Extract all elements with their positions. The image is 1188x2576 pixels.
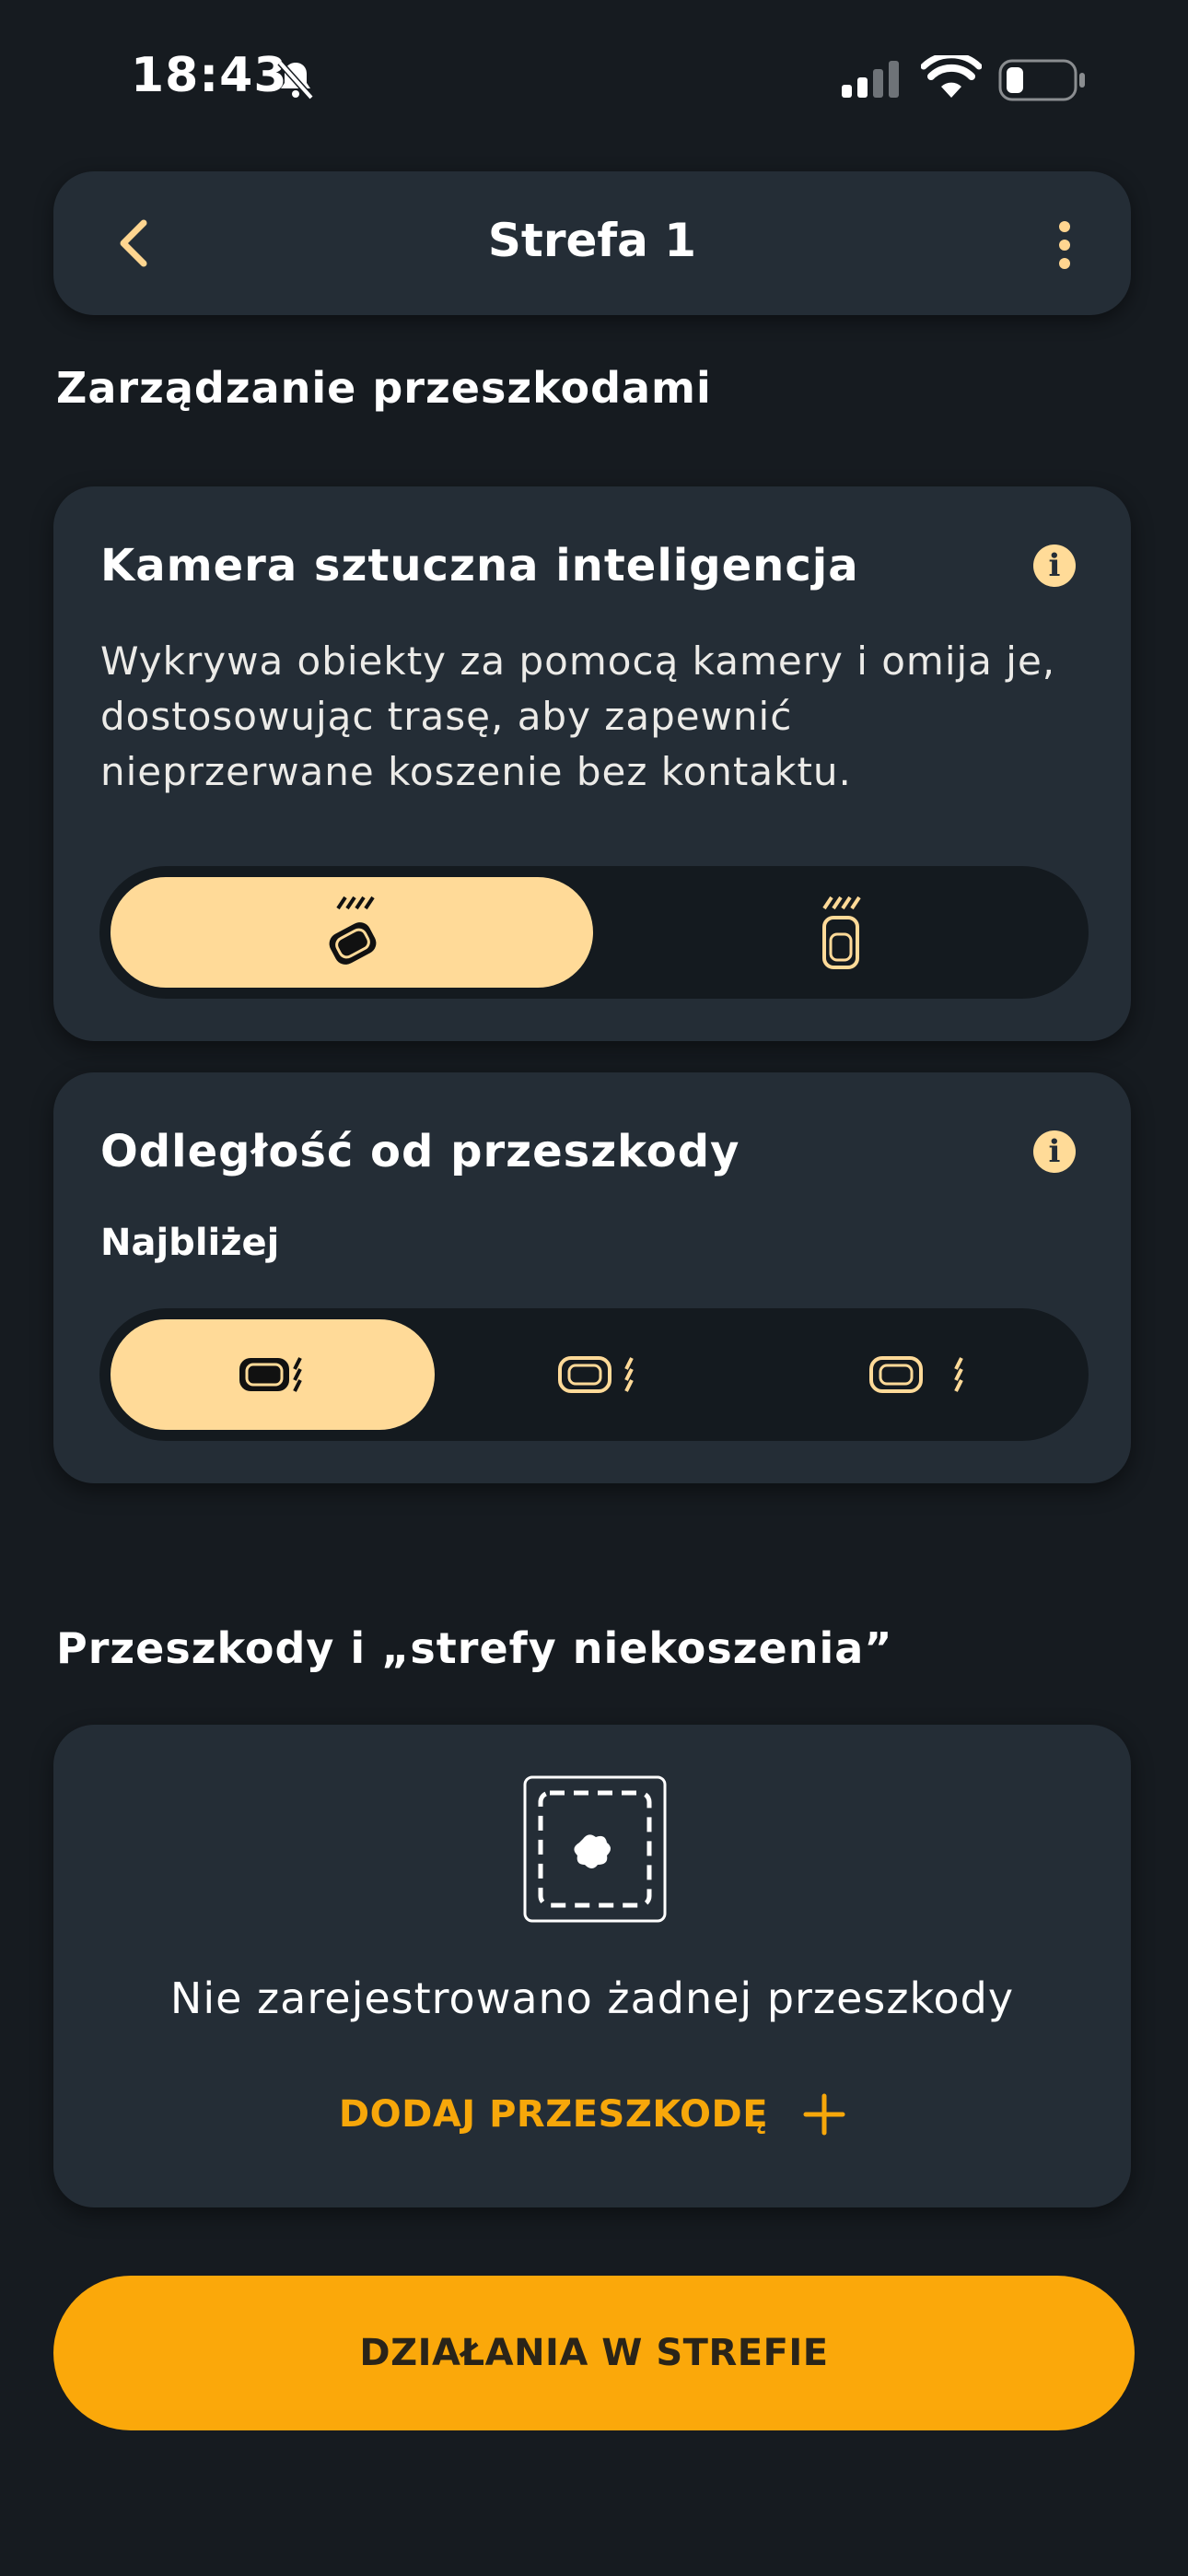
zone-actions-label: DZIAŁANIA W STREFIE [359,2332,829,2374]
camera-ai-description: Wykrywa obiekty za pomocą kamery i omija… [100,634,1104,800]
top-app-bar: Strefa 1 [53,171,1131,315]
wifi-icon [921,55,982,98]
bell-muted-icon [277,60,314,100]
distance-option-farthest[interactable] [759,1319,1077,1430]
page-title: Strefa 1 [487,214,697,267]
obstacles-empty-card: Nie zarejestrowano żadnej przeszkody DOD… [53,1725,1131,2207]
section-title-obstacle-management: Zarządzanie przeszkodami [56,363,712,413]
mower-medium-obstacle-icon [558,1356,634,1393]
add-obstacle-label: DODAJ PRZESZKODĘ [338,2093,769,2136]
info-icon[interactable]: i [1033,544,1076,587]
description-line: nieprzerwane koszenie bez kontaktu. [100,749,852,794]
distance-selector [99,1308,1089,1441]
camera-ai-card: Kamera sztuczna inteligencja i Wykrywa o… [53,486,1131,1041]
empty-state-message: Nie zarejestrowano żadnej przeszkody [169,1973,1015,2023]
no-go-zone-icon [523,1775,667,1923]
angled-mower-obstacle-icon [329,896,377,965]
add-obstacle-button[interactable]: DODAJ PRZESZKODĘ [53,2093,1131,2136]
plus-icon [803,2093,845,2136]
camera-mode-option-straight[interactable] [604,877,1077,988]
more-options-icon[interactable] [1055,219,1074,271]
zone-actions-button[interactable]: DZIAŁANIA W STREFIE [53,2276,1135,2430]
distance-option-nearest[interactable] [111,1319,435,1430]
cellular-signal-icon [842,61,899,98]
straight-mower-obstacle-icon [822,896,861,969]
obstacle-distance-title: Odległość od przeszkody [100,1126,740,1177]
camera-mode-option-angled[interactable] [111,877,593,988]
distance-current-value: Najbliżej [100,1222,280,1264]
camera-mode-selector [99,866,1089,999]
status-time: 18:43 [131,48,288,103]
distance-option-medium[interactable] [446,1319,750,1430]
info-icon[interactable]: i [1033,1130,1076,1173]
description-line: dostosowując trasę, aby zapewnić [100,694,793,739]
mower-near-obstacle-icon [239,1357,302,1392]
section-title-obstacles: Przeszkody i „strefy niekoszenia” [56,1623,893,1673]
description-line: Wykrywa obiekty za pomocą kamery i omija… [100,638,1056,684]
mower-far-obstacle-icon [869,1356,963,1393]
obstacle-distance-card: Odległość od przeszkody i Najbliżej [53,1072,1131,1483]
battery-icon [998,59,1085,101]
camera-ai-title: Kamera sztuczna inteligencja [100,540,859,591]
